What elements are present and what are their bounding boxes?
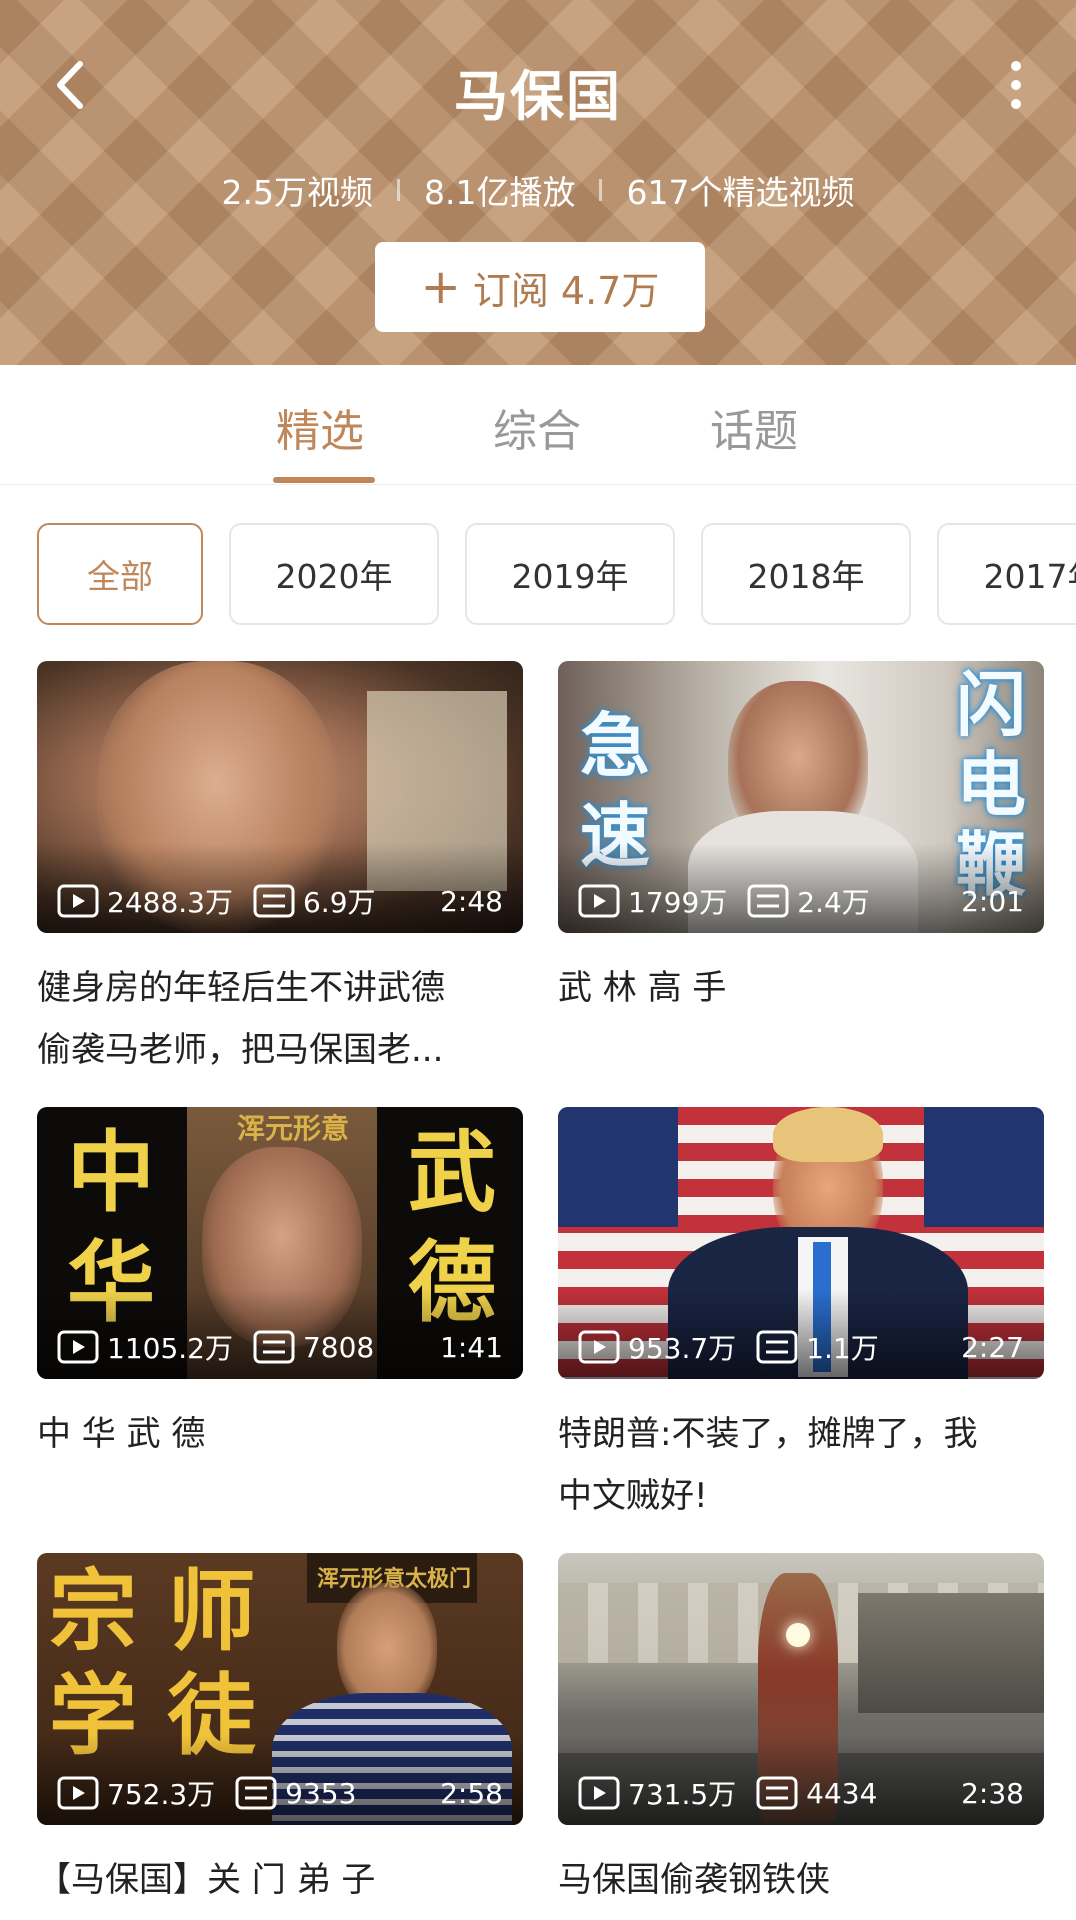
video-duration: 1:41 — [440, 1330, 503, 1364]
video-meta-overlay: 1105.2万 7808 1:41 — [57, 1327, 503, 1367]
tab-bar: 精选 综合 话题 — [0, 365, 1076, 485]
filter-2018[interactable]: 2018年 — [701, 523, 911, 625]
subscribe-button[interactable]: + 订阅 4.7万 — [375, 242, 705, 332]
plus-icon: + — [420, 259, 461, 315]
video-duration: 2:58 — [440, 1776, 503, 1810]
comment-count: 6.9万 — [302, 886, 376, 919]
filter-2020[interactable]: 2020年 — [229, 523, 439, 625]
danmaku-icon — [253, 884, 295, 918]
play-count-icon — [578, 884, 620, 918]
stats-divider — [599, 179, 603, 201]
video-card[interactable]: 浑元形意 中华 武德 1105.2万 7808 1:41 中 华 武 德 — [37, 1107, 523, 1507]
featured-count: 617个精选视频 — [626, 173, 855, 212]
play-count: 731.5万 — [628, 1778, 737, 1811]
more-button[interactable] — [996, 55, 1036, 115]
stats-divider — [397, 179, 400, 201]
channel-title: 马保国 — [454, 65, 622, 128]
video-card[interactable]: 731.5万 4434 2:38 马保国偷袭钢铁侠 — [558, 1553, 1044, 1913]
comment-count: 1.1万 — [806, 1332, 879, 1365]
danmaku-icon — [756, 1330, 798, 1364]
video-card[interactable]: 2488.3万 6.9万 2:48 健身房的年轻后生不讲武德 偷袭马老师，把马保… — [37, 661, 523, 1070]
video-card[interactable]: 急速 闪电鞭 1799万 2.4万 2:01 武 林 高 手 — [558, 661, 1044, 1061]
video-thumbnail[interactable]: 731.5万 4434 2:38 — [558, 1553, 1044, 1825]
video-count: 2.5万视频 — [221, 173, 373, 212]
thumbnail-caption: 浑元形意 — [237, 1112, 350, 1145]
tab-topics[interactable]: 话题 — [710, 395, 798, 459]
filter-all[interactable]: 全部 — [37, 523, 203, 625]
danmaku-icon — [235, 1776, 277, 1810]
video-title[interactable]: 【马保国】关 门 弟 子 — [37, 1849, 523, 1911]
play-count-icon — [57, 884, 99, 918]
tab-featured[interactable]: 精选 — [276, 395, 364, 459]
play-count-icon — [578, 1330, 620, 1364]
play-count-icon — [578, 1776, 620, 1810]
thumbnail-caption: 宗 师 — [49, 1559, 256, 1663]
play-count-icon — [57, 1776, 99, 1810]
video-thumbnail[interactable]: 急速 闪电鞭 1799万 2.4万 2:01 — [558, 661, 1044, 933]
video-thumbnail[interactable]: 浑元形意 中华 武德 1105.2万 7808 1:41 — [37, 1107, 523, 1379]
tab-general[interactable]: 综合 — [493, 395, 581, 459]
video-thumbnail[interactable]: 浑元形意太极门 宗 师 学 徒 752.3万 9353 2:58 — [37, 1553, 523, 1825]
comment-count: 7808 — [302, 1330, 375, 1364]
video-card[interactable]: 浑元形意太极门 宗 师 学 徒 752.3万 9353 2:58 【马保国】关 … — [37, 1553, 523, 1913]
filter-2017[interactable]: 2017年 — [937, 523, 1076, 625]
subscribe-label: 订阅 4.7万 — [472, 268, 660, 313]
video-meta-overlay: 731.5万 4434 2:38 — [578, 1773, 1024, 1813]
video-duration: 2:01 — [961, 884, 1024, 918]
channel-header: 马保国 2.5万视频 8.1亿播放 617个精选视频 + 订阅 4.7万 — [0, 0, 1076, 365]
channel-stats: 2.5万视频 8.1亿播放 617个精选视频 — [0, 166, 1076, 214]
video-meta-overlay: 1799万 2.4万 2:01 — [578, 881, 1024, 921]
play-count: 752.3万 — [107, 1778, 216, 1811]
play-count-icon — [57, 1330, 99, 1364]
play-count: 1799万 — [628, 886, 728, 919]
danmaku-icon — [747, 884, 789, 918]
video-duration: 2:48 — [440, 884, 503, 918]
comment-count: 4434 — [806, 1776, 878, 1810]
play-count: 1105.2万 — [107, 1332, 233, 1365]
danmaku-icon — [756, 1776, 798, 1810]
video-meta-overlay: 752.3万 9353 2:58 — [57, 1773, 503, 1813]
year-filter-bar: 全部 2020年 2019年 2018年 2017年 — [0, 485, 1076, 645]
video-title[interactable]: 中 华 武 德 — [37, 1403, 523, 1465]
video-card[interactable]: 953.7万 1.1万 2:27 特朗普:不装了，摊牌了，我 中文贼好! — [558, 1107, 1044, 1516]
video-title[interactable]: 健身房的年轻后生不讲武德 偷袭马老师，把马保国老... — [37, 957, 523, 1081]
video-duration: 2:38 — [961, 1776, 1024, 1810]
video-title[interactable]: 特朗普:不装了，摊牌了，我 中文贼好! — [558, 1403, 1044, 1527]
more-vertical-icon — [1011, 61, 1021, 109]
comment-count: 2.4万 — [797, 886, 870, 919]
video-duration: 2:27 — [961, 1330, 1024, 1364]
active-tab-indicator — [273, 477, 375, 483]
video-meta-overlay: 2488.3万 6.9万 2:48 — [57, 881, 503, 921]
video-thumbnail[interactable]: 2488.3万 6.9万 2:48 — [37, 661, 523, 933]
video-meta-overlay: 953.7万 1.1万 2:27 — [578, 1327, 1024, 1367]
danmaku-icon — [253, 1330, 295, 1364]
video-title[interactable]: 马保国偷袭钢铁侠 — [558, 1849, 1044, 1911]
play-count: 953.7万 — [628, 1332, 737, 1365]
play-count: 2488.3万 — [107, 886, 233, 919]
video-title[interactable]: 武 林 高 手 — [558, 957, 1044, 1019]
play-count: 8.1亿播放 — [424, 173, 576, 212]
comment-count: 9353 — [285, 1776, 357, 1810]
video-thumbnail[interactable]: 953.7万 1.1万 2:27 — [558, 1107, 1044, 1379]
filter-2019[interactable]: 2019年 — [465, 523, 675, 625]
